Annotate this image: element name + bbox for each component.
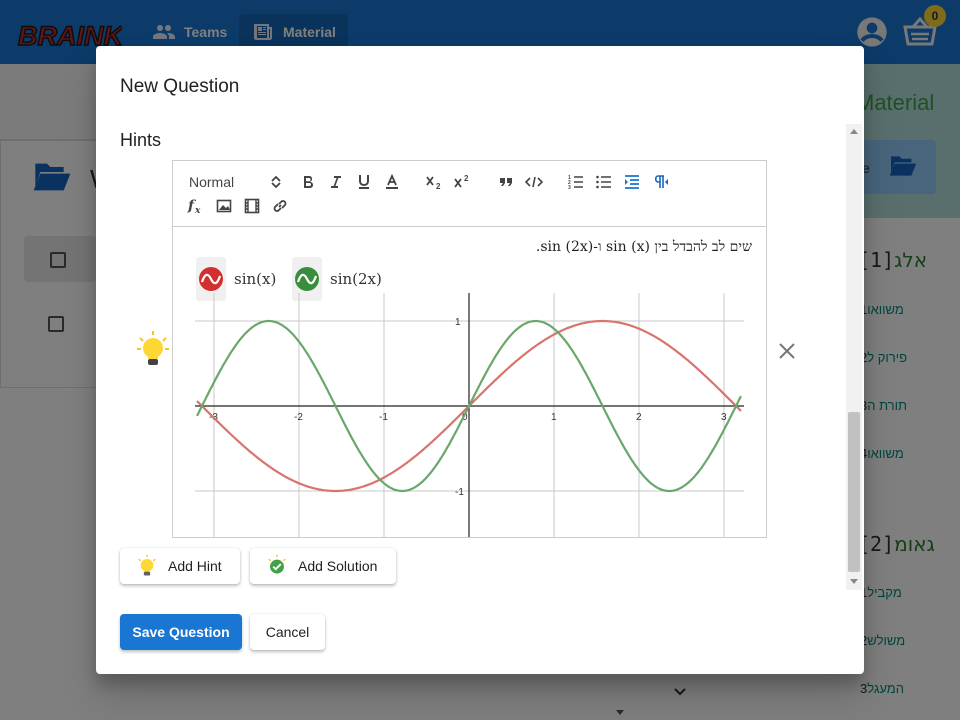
bullet-list-icon[interactable] <box>593 171 615 193</box>
blockquote-icon[interactable] <box>495 171 517 193</box>
select-arrows-icon <box>271 175 281 189</box>
x-tick-label: 3 <box>721 412 727 423</box>
font-size-select[interactable]: Normal <box>189 171 281 193</box>
image-icon[interactable] <box>213 195 235 217</box>
hint-editor[interactable]: Normal 2 2 123 fx שים לב להבדל בין sin (… <box>172 160 767 538</box>
x-tick-label: -1 <box>379 412 388 423</box>
add-hint-label: Add Hint <box>168 558 222 574</box>
x-tick-label: 2 <box>636 412 642 423</box>
hint-math-1: sin (x) <box>606 239 650 255</box>
svg-text:x: x <box>194 206 201 215</box>
editor-toolbar: Normal 2 2 123 fx <box>173 161 766 227</box>
font-size-value: Normal <box>189 174 235 190</box>
underline-icon[interactable] <box>353 171 375 193</box>
scrollbar-thumb[interactable] <box>848 412 860 572</box>
add-solution-button[interactable]: Add Solution <box>250 548 396 584</box>
y-tick-label: -1 <box>455 487 464 498</box>
svg-text:2: 2 <box>436 182 441 190</box>
hint-text: שים לב להבדל בין sin (x) ו-sin (2x). <box>536 239 752 256</box>
legend-label-sinx: sin(x) <box>234 270 277 288</box>
svg-text:3: 3 <box>568 185 571 190</box>
text-color-icon[interactable] <box>381 171 403 193</box>
formula-icon[interactable]: fx <box>185 195 207 217</box>
dialog-scrollbar[interactable] <box>846 124 862 590</box>
superscript-icon[interactable]: 2 <box>451 171 473 193</box>
add-hint-button[interactable]: Add Hint <box>120 548 240 584</box>
link-icon[interactable] <box>269 195 291 217</box>
video-icon[interactable] <box>241 195 263 217</box>
hint-text-prefix: שים לב להבדל בין <box>654 239 752 255</box>
ordered-list-icon[interactable]: 123 <box>565 171 587 193</box>
legend-label-sin2x: sin(2x) <box>330 270 382 288</box>
add-solution-label: Add Solution <box>298 558 378 574</box>
y-tick-label: 1 <box>455 317 461 328</box>
hints-heading: Hints <box>120 130 162 150</box>
x-tick-label: 1 <box>551 412 557 423</box>
svg-text:2: 2 <box>464 174 469 183</box>
text-direction-icon[interactable] <box>649 171 671 193</box>
editor-content[interactable]: שים לב להבדל בין sin (x) ו-sin (2x). sin… <box>173 227 766 537</box>
remove-hint-icon[interactable] <box>776 340 798 362</box>
hint-text-and: ו- <box>593 239 602 255</box>
scroll-down-arrow[interactable] <box>850 579 858 584</box>
x-tick-label: -2 <box>294 412 303 423</box>
save-question-button[interactable]: Save Question <box>120 614 242 650</box>
subscript-icon[interactable]: 2 <box>423 171 445 193</box>
hint-math-2: sin (2x) <box>540 239 594 255</box>
bold-icon[interactable] <box>297 171 319 193</box>
scroll-up-arrow[interactable] <box>850 129 858 134</box>
lightbulb-icon <box>137 331 169 365</box>
indent-icon[interactable] <box>621 171 643 193</box>
cancel-button[interactable]: Cancel <box>250 614 325 650</box>
code-icon[interactable] <box>523 171 545 193</box>
italic-icon[interactable] <box>325 171 347 193</box>
new-question-dialog: New Question Hints Normal 2 2 123 f x שי… <box>96 46 864 674</box>
lightbulb-icon <box>138 554 156 576</box>
check-badge-icon <box>268 554 286 574</box>
dialog-title: New Question <box>120 76 240 97</box>
function-plot[interactable]: -3 -2 -1 0 1 2 3-11 <box>173 293 766 537</box>
